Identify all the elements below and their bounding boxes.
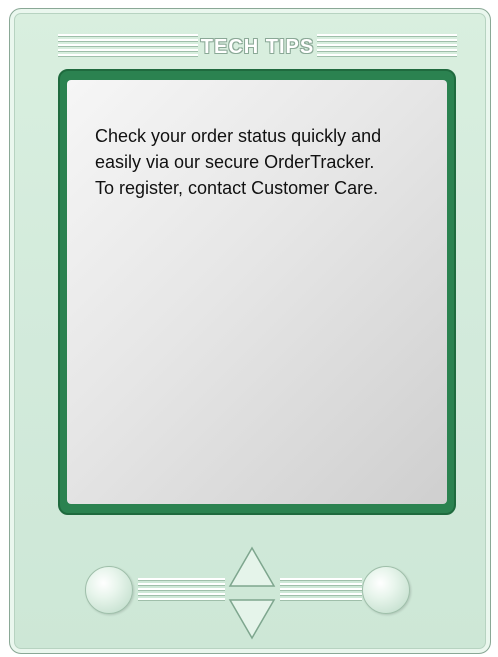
header-left-rule	[58, 34, 198, 60]
control-right-rule	[280, 578, 362, 602]
up-arrow-icon[interactable]	[228, 546, 276, 588]
header-right-rule	[317, 34, 457, 60]
tip-line: easily via our secure OrderTracker.	[95, 152, 375, 172]
tip-text: Check your order status quickly and easi…	[95, 123, 425, 201]
control-left-rule	[138, 578, 225, 602]
next-circle-button[interactable]	[362, 566, 410, 614]
tip-line: Check your order status quickly and	[95, 126, 382, 146]
header: TECH TIPS	[58, 34, 457, 60]
panel-title: TECH TIPS	[200, 36, 315, 58]
down-arrow-icon[interactable]	[228, 598, 276, 640]
tip-line: To register, contact Customer Care.	[95, 178, 379, 198]
previous-circle-button[interactable]	[85, 566, 133, 614]
screen-frame: Check your order status quickly and easi…	[58, 69, 456, 515]
screen: Check your order status quickly and easi…	[67, 80, 447, 504]
